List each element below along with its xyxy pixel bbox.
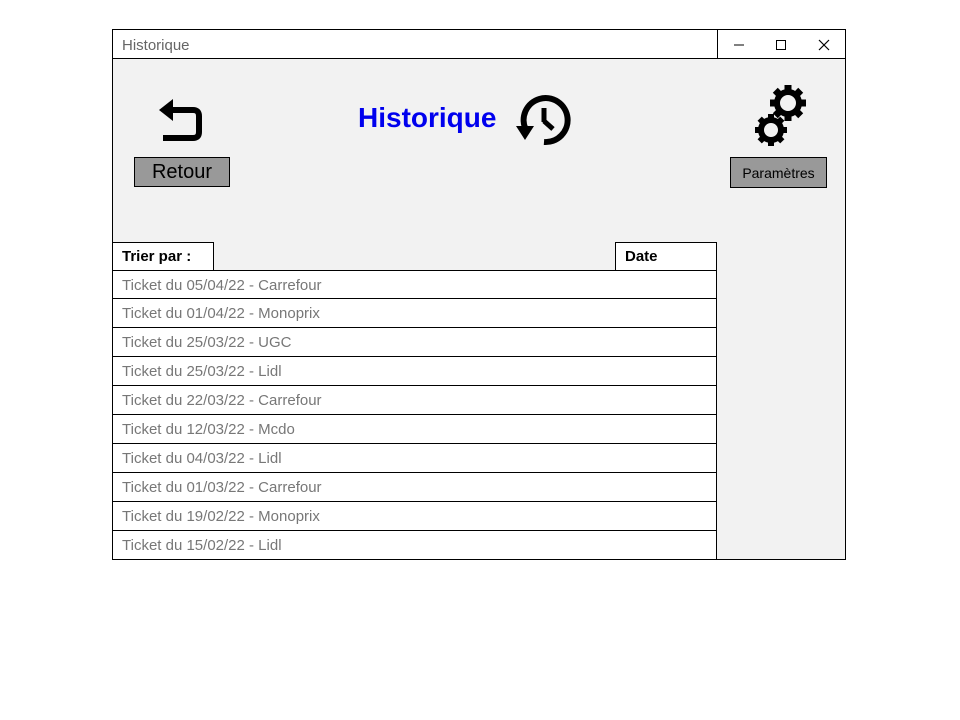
close-icon: [818, 39, 830, 50]
sort-bar: Trier par : Date: [113, 242, 717, 271]
maximize-button[interactable]: [760, 30, 802, 59]
ticket-list-item[interactable]: Ticket du 22/03/22 - Carrefour: [113, 386, 717, 415]
ticket-list-item[interactable]: Ticket du 01/04/22 - Monoprix: [113, 299, 717, 328]
sort-select[interactable]: Date: [615, 242, 717, 271]
ticket-list-item[interactable]: Ticket du 25/03/22 - UGC: [113, 328, 717, 357]
minimize-button[interactable]: [718, 30, 760, 59]
ticket-list: Ticket du 05/04/22 - Carrefour Ticket du …: [113, 270, 717, 560]
ticket-list-item[interactable]: Ticket du 04/03/22 - Lidl: [113, 444, 717, 473]
ticket-list-item[interactable]: Ticket du 01/03/22 - Carrefour: [113, 473, 717, 502]
app-window: Historique Retour Historique Paramètres …: [112, 29, 846, 560]
ticket-list-item[interactable]: Ticket du 12/03/22 - Mcdo: [113, 415, 717, 444]
sort-label: Trier par :: [113, 242, 214, 271]
close-button[interactable]: [803, 30, 845, 59]
title-bar: Historique: [113, 30, 845, 59]
history-icon: [516, 95, 571, 146]
settings-button[interactable]: Paramètres: [730, 157, 827, 188]
maximize-icon: [776, 39, 787, 50]
back-arrow-icon[interactable]: [157, 96, 203, 144]
ticket-list-item[interactable]: Ticket du 25/03/22 - Lidl: [113, 357, 717, 386]
ticket-list-item[interactable]: Ticket du 15/02/22 - Lidl: [113, 531, 717, 560]
window-title: Historique: [122, 37, 190, 54]
window-controls: [717, 30, 845, 59]
gear-icon[interactable]: [753, 82, 809, 150]
back-button[interactable]: Retour: [134, 157, 230, 187]
ticket-list-item[interactable]: Ticket du 19/02/22 - Monoprix: [113, 502, 717, 531]
page-title: Historique: [358, 102, 497, 133]
minimize-icon: [734, 44, 745, 45]
ticket-list-item[interactable]: Ticket du 05/04/22 - Carrefour: [113, 270, 717, 299]
